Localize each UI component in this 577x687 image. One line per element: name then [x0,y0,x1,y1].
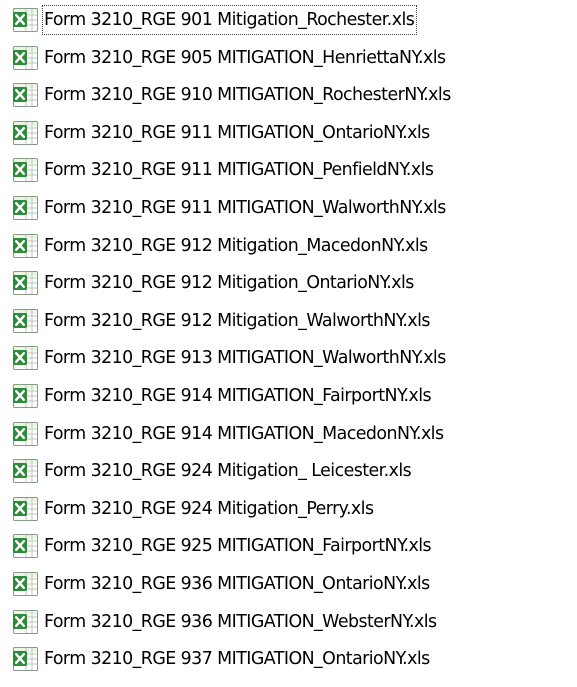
file-item[interactable]: Form 3210_RGE 905 MITIGATION_HenriettaNY… [0,41,449,75]
file-name: Form 3210_RGE 905 MITIGATION_HenriettaNY… [44,47,446,68]
file-item[interactable]: Form 3210_RGE 925 MITIGATION_FairportNY.… [0,529,434,563]
file-item[interactable]: Form 3210_RGE 937 MITIGATION_OntarioNY.x… [0,642,433,676]
file-item[interactable]: Form 3210_RGE 913 MITIGATION_WalworthNY.… [0,341,449,375]
file-item[interactable]: Form 3210_RGE 924 Mitigation_Perry.xls [0,492,376,526]
excel-spreadsheet-icon [10,3,42,37]
file-name: Form 3210_RGE 936 MITIGATION_OntarioNY.x… [44,574,430,594]
file-item[interactable]: Form 3210_RGE 912 Mitigation_OntarioNY.x… [0,266,417,300]
file-item[interactable]: Form 3210_RGE 910 MITIGATION_RochesterNY… [0,78,454,112]
excel-spreadsheet-icon [10,153,42,187]
excel-spreadsheet-icon [10,642,42,676]
file-item[interactable]: Form 3210_RGE 936 MITIGATION_WebsterNY.x… [0,605,440,639]
excel-spreadsheet-icon [10,116,42,150]
file-name: Form 3210_RGE 912 Mitigation_OntarioNY.x… [44,273,414,294]
file-item[interactable]: Form 3210_RGE 912 Mitigation_MacedonNY.x… [0,229,431,263]
excel-spreadsheet-icon [10,78,42,112]
file-list: Form 3210_RGE 901 Mitigation_Rochester.x… [0,0,577,687]
excel-spreadsheet-icon [10,191,42,225]
file-name: Form 3210_RGE 914 MITIGATION_MacedonNY.x… [44,423,444,444]
excel-spreadsheet-icon [10,379,42,413]
file-name: Form 3210_RGE 924 Mitigation_Perry.xls [44,498,374,519]
file-item[interactable]: Form 3210_RGE 911 MITIGATION_PenfieldNY.… [0,153,436,187]
file-item[interactable]: Form 3210_RGE 936 MITIGATION_OntarioNY.x… [0,567,433,601]
file-name: Form 3210_RGE 911 MITIGATION_WalworthNY.… [44,198,446,218]
excel-spreadsheet-icon [10,529,42,563]
file-name: Form 3210_RGE 913 MITIGATION_WalworthNY.… [44,348,446,369]
file-item[interactable]: Form 3210_RGE 911 MITIGATION_OntarioNY.x… [0,116,433,150]
file-name: Form 3210_RGE 936 MITIGATION_WebsterNY.x… [44,611,437,632]
excel-spreadsheet-icon [10,567,42,601]
excel-spreadsheet-icon [10,229,42,263]
file-item[interactable]: Form 3210_RGE 901 Mitigation_Rochester.x… [0,3,418,37]
file-name: Form 3210_RGE 901 Mitigation_Rochester.x… [42,5,418,35]
file-name: Form 3210_RGE 925 MITIGATION_FairportNY.… [44,536,432,557]
excel-spreadsheet-icon [10,492,42,526]
file-name: Form 3210_RGE 912 Mitigation_WalworthNY.… [44,310,430,331]
file-item[interactable]: Form 3210_RGE 914 MITIGATION_MacedonNY.x… [0,417,446,451]
excel-spreadsheet-icon [10,454,42,488]
file-name: Form 3210_RGE 911 MITIGATION_PenfieldNY.… [44,160,434,181]
file-name: Form 3210_RGE 914 MITIGATION_FairportNY.… [44,386,432,406]
file-name: Form 3210_RGE 910 MITIGATION_RochesterNY… [44,85,451,106]
excel-spreadsheet-icon [10,41,42,75]
file-name: Form 3210_RGE 911 MITIGATION_OntarioNY.x… [44,122,430,143]
excel-spreadsheet-icon [10,304,42,338]
file-item[interactable]: Form 3210_RGE 911 MITIGATION_WalworthNY.… [0,191,449,225]
file-item[interactable]: Form 3210_RGE 914 MITIGATION_FairportNY.… [0,379,434,413]
excel-spreadsheet-icon [10,417,42,451]
file-item[interactable]: Form 3210_RGE 924 Mitigation_ Leicester.… [0,454,414,488]
excel-spreadsheet-icon [10,605,42,639]
file-item[interactable]: Form 3210_RGE 912 Mitigation_WalworthNY.… [0,304,433,338]
excel-spreadsheet-icon [10,266,42,300]
file-name: Form 3210_RGE 912 Mitigation_MacedonNY.x… [44,235,428,256]
excel-spreadsheet-icon [10,341,42,375]
file-name: Form 3210_RGE 924 Mitigation_ Leicester.… [44,461,412,482]
file-name: Form 3210_RGE 937 MITIGATION_OntarioNY.x… [44,649,430,670]
